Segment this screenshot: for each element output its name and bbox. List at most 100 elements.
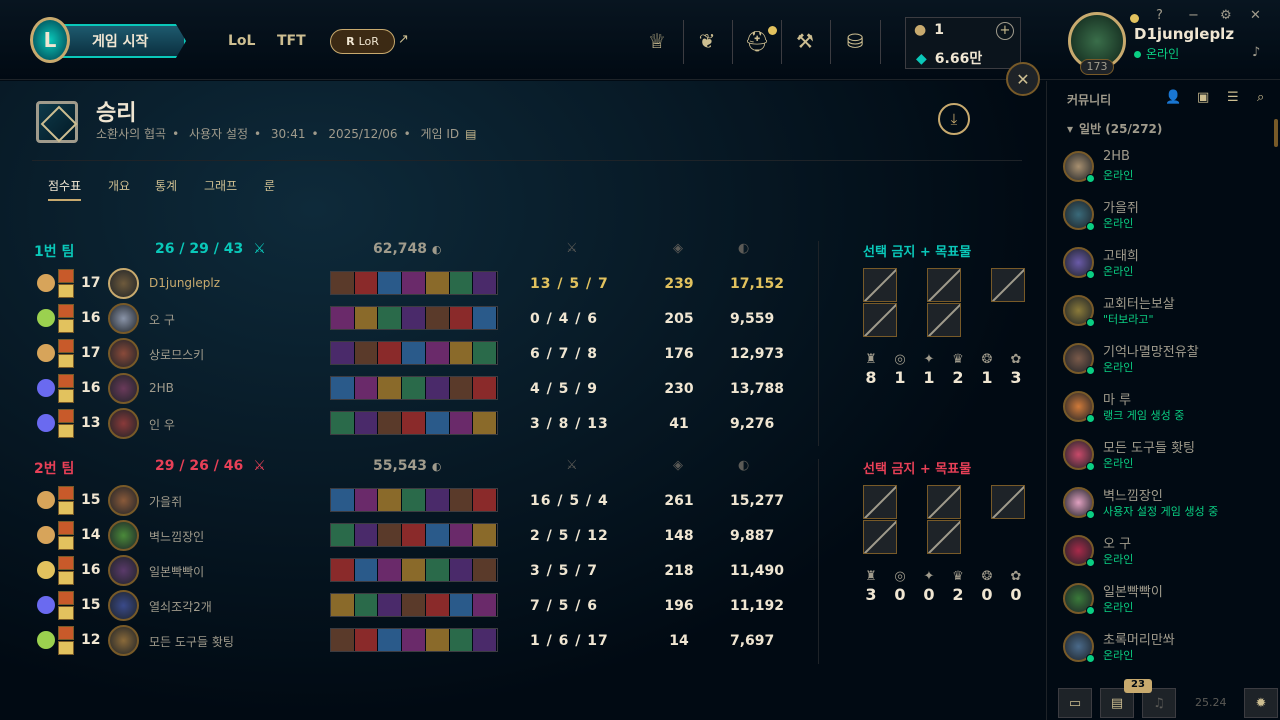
summoner-spell-icon[interactable] [58, 591, 74, 605]
tab-graph[interactable]: 그래프 [204, 177, 237, 194]
banned-champion-icon[interactable] [863, 485, 897, 519]
league-logo-icon[interactable]: L [30, 17, 70, 63]
item-slot-icon[interactable] [402, 559, 426, 581]
item-slot-icon[interactable] [473, 377, 498, 399]
banned-champion-icon[interactable] [991, 268, 1025, 302]
item-slot-icon[interactable] [402, 524, 426, 546]
online-status[interactable]: 온라인 [1134, 45, 1179, 62]
banned-champion-icon[interactable] [863, 268, 897, 302]
store-icon[interactable]: ⛁ [840, 26, 870, 56]
summoner-spell-icon[interactable] [58, 626, 74, 640]
player-row[interactable]: 17 상로므스키 6 / 7 / 8 176 12,973 [0, 337, 820, 371]
friend-item[interactable]: 일본빡빡이 온라인 [1063, 579, 1268, 623]
summoner-spell-icon[interactable] [58, 374, 74, 388]
player-row[interactable]: 15 가을쥐 16 / 5 / 4 261 15,277 [0, 484, 820, 518]
banned-champion-icon[interactable] [927, 303, 961, 337]
list-view-icon[interactable]: ☰ [1227, 90, 1239, 105]
summoner-spell-icon[interactable] [58, 556, 74, 570]
summoner-spell-icon[interactable] [58, 424, 74, 438]
keystone-rune-icon[interactable] [37, 414, 55, 432]
item-slot-icon[interactable] [331, 594, 355, 616]
item-slot-icon[interactable] [473, 307, 498, 329]
summoner-spell-icon[interactable] [58, 486, 74, 500]
item-slot-icon[interactable] [473, 524, 498, 546]
item-slot-icon[interactable] [449, 524, 474, 546]
item-slot-icon[interactable] [425, 594, 450, 616]
champion-portrait[interactable] [108, 408, 139, 439]
item-slot-icon[interactable] [402, 307, 426, 329]
download-button[interactable]: ⤓ [938, 103, 970, 135]
item-slot-icon[interactable] [378, 489, 403, 511]
close-window-icon[interactable]: ✕ [1250, 8, 1261, 23]
friend-item[interactable]: 벽느낌장인 사용자 설정 게임 생성 중 [1063, 483, 1268, 527]
player-row[interactable]: 12 모든 도구들 홧팅 1 / 6 / 17 14 7,697 [0, 624, 820, 658]
banned-champion-icon[interactable] [863, 520, 897, 554]
tab-overview[interactable]: 개요 [108, 177, 130, 194]
player-row[interactable]: 17 D1jungleplz 13 / 5 / 7 239 17,152 [0, 267, 820, 301]
item-slot-icon[interactable] [449, 272, 474, 294]
item-slot-icon[interactable] [402, 412, 426, 434]
champion-portrait[interactable] [108, 625, 139, 656]
item-slot-icon[interactable] [354, 559, 379, 581]
friend-item[interactable]: 고태희 온라인 [1063, 243, 1268, 287]
trophy-icon[interactable]: ♕ [642, 26, 672, 56]
keystone-rune-icon[interactable] [37, 344, 55, 362]
item-slot-icon[interactable] [473, 594, 498, 616]
item-slot-icon[interactable] [354, 594, 379, 616]
player-row[interactable]: 16 일본빡빡이 3 / 5 / 7 218 11,490 [0, 554, 820, 588]
summoner-spell-icon[interactable] [58, 304, 74, 318]
champion-portrait[interactable] [108, 590, 139, 621]
player-name[interactable]: D1jungleplz [149, 276, 220, 290]
item-slot-icon[interactable] [331, 629, 355, 651]
item-slot-icon[interactable] [331, 272, 355, 294]
item-slot-icon[interactable] [378, 342, 403, 364]
item-slot-icon[interactable] [354, 489, 379, 511]
summoner-spell-icon[interactable] [58, 339, 74, 353]
item-slot-icon[interactable] [449, 412, 474, 434]
champion-portrait[interactable] [108, 338, 139, 369]
honor-icon[interactable]: ❦ [692, 26, 722, 56]
friend-item[interactable]: 마 루 랭크 게임 생성 중 [1063, 387, 1268, 431]
friend-item[interactable]: 교회터는보살 "터보라고" [1063, 291, 1268, 335]
player-name[interactable]: 상로므스키 [149, 346, 204, 363]
item-slot-icon[interactable] [354, 629, 379, 651]
banned-champion-icon[interactable] [927, 485, 961, 519]
summoner-spell-icon[interactable] [58, 641, 74, 655]
player-row[interactable]: 15 열쇠조각2개 7 / 5 / 6 196 11,192 [0, 589, 820, 623]
item-slot-icon[interactable] [378, 629, 403, 651]
banned-champion-icon[interactable] [927, 268, 961, 302]
keystone-rune-icon[interactable] [37, 596, 55, 614]
item-slot-icon[interactable] [425, 377, 450, 399]
tab-scoreboard[interactable]: 점수표 [48, 177, 82, 201]
banned-champion-icon[interactable] [863, 303, 897, 337]
item-slot-icon[interactable] [473, 629, 498, 651]
item-slot-icon[interactable] [473, 559, 498, 581]
item-slot-icon[interactable] [331, 524, 355, 546]
item-slot-icon[interactable] [378, 377, 403, 399]
item-slot-icon[interactable] [378, 524, 403, 546]
keystone-rune-icon[interactable] [37, 526, 55, 544]
item-slot-icon[interactable] [331, 377, 355, 399]
item-slot-icon[interactable] [331, 307, 355, 329]
rp-balance[interactable]: ● 1 [914, 22, 944, 38]
item-slot-icon[interactable] [425, 272, 450, 294]
player-name[interactable]: 모든 도구들 홧팅 [149, 633, 234, 650]
item-slot-icon[interactable] [402, 377, 426, 399]
play-button[interactable]: 게임 시작 [60, 24, 186, 58]
summoner-spell-icon[interactable] [58, 269, 74, 283]
player-name[interactable]: 오 구 [149, 311, 175, 328]
player-row[interactable]: 16 오 구 0 / 4 / 6 205 9,559 [0, 302, 820, 336]
friend-item[interactable]: 기억나멸망전유찰 온라인 [1063, 339, 1268, 383]
item-slot-icon[interactable] [354, 377, 379, 399]
item-slot-icon[interactable] [354, 307, 379, 329]
item-slot-icon[interactable] [354, 412, 379, 434]
friend-item[interactable]: 모든 도구들 홧팅 온라인 [1063, 435, 1268, 479]
friend-item[interactable]: 2HB 온라인 [1063, 147, 1268, 191]
item-slot-icon[interactable] [331, 342, 355, 364]
keystone-rune-icon[interactable] [37, 561, 55, 579]
item-slot-icon[interactable] [331, 412, 355, 434]
friend-item[interactable]: 가을쥐 온라인 [1063, 195, 1268, 239]
champion-portrait[interactable] [108, 555, 139, 586]
lor-button[interactable]: R LoR [330, 29, 395, 54]
item-slot-icon[interactable] [402, 342, 426, 364]
